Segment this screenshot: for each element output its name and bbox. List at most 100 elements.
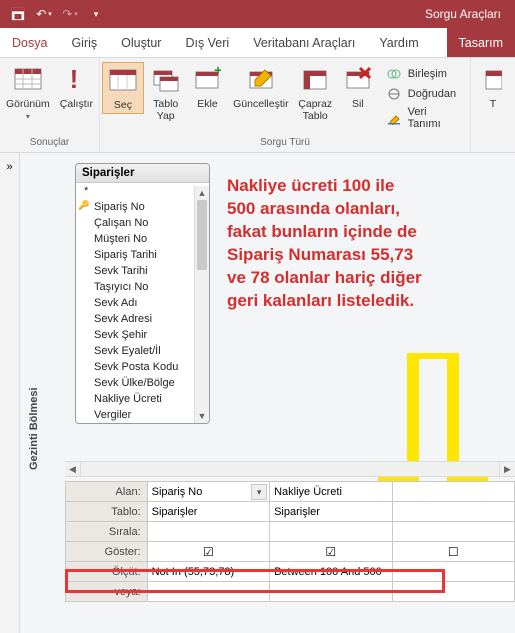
field-item[interactable]: Çalışan No [76, 215, 209, 231]
view-button-label: Görünüm [6, 98, 50, 110]
run-button-label: Çalıştır [60, 98, 93, 110]
or-cell[interactable] [392, 582, 514, 602]
query-design-grid[interactable]: Alan: Sipariş No Nakliye Ücreti Tablo: S… [65, 481, 515, 602]
table-cell[interactable]: Siparişler [147, 502, 269, 522]
field-item[interactable]: Sevk Adı [76, 295, 209, 311]
annotation-text: Nakliye ücreti 100 ile 500 arasında olan… [227, 175, 482, 313]
field-item[interactable]: Sevk Posta Kodu [76, 359, 209, 375]
tab-dbtools[interactable]: Veritabanı Araçları [241, 28, 367, 57]
or-cell[interactable] [147, 582, 269, 602]
select-query-label: Seç [114, 99, 132, 111]
grid-row-criteria: Ölçüt: Not In (55;73;78) Between 100 And… [66, 562, 515, 582]
scroll-left-icon[interactable]: ◀ [65, 462, 81, 476]
table-cell[interactable]: Siparişler [270, 502, 392, 522]
sort-cell[interactable] [270, 522, 392, 542]
or-cell[interactable] [270, 582, 392, 602]
field-cell[interactable] [392, 482, 514, 502]
upper-pane-hscroll[interactable]: ◀ ▶ [65, 461, 515, 477]
union-label: Birleşim [408, 68, 447, 80]
scroll-up-icon[interactable]: ▲ [195, 186, 209, 200]
select-query-button[interactable]: Seç [102, 62, 144, 114]
make-table-icon [150, 64, 182, 96]
sort-cell[interactable] [147, 522, 269, 542]
undo-icon[interactable]: ↶▾ [32, 2, 56, 26]
tab-external[interactable]: Dış Veri [173, 28, 241, 57]
expand-icon: » [6, 161, 12, 173]
field-cell[interactable]: Nakliye Ücreti [270, 482, 392, 502]
grid-row-show: Göster: [66, 542, 515, 562]
truncated-button[interactable]: T [473, 62, 513, 112]
field-item[interactable]: Sevk Adresi [76, 311, 209, 327]
field-item[interactable]: Sevk Ülke/Bölge [76, 375, 209, 391]
run-button[interactable]: ! Çalıştır [56, 62, 97, 112]
scroll-thumb[interactable] [197, 200, 207, 270]
field-cell[interactable]: Sipariş No [147, 482, 269, 502]
criteria-cell[interactable] [392, 562, 514, 582]
update-icon [245, 64, 277, 96]
make-table-button[interactable]: Tablo Yap [146, 62, 186, 124]
field-item[interactable]: Taşıyıcı No [76, 279, 209, 295]
show-checkbox[interactable] [147, 542, 269, 562]
make-table-label: Tablo Yap [153, 98, 178, 122]
union-button[interactable]: Birleşim [386, 66, 462, 82]
field-item[interactable]: Müşteri No [76, 231, 209, 247]
datasheet-view-icon [12, 64, 44, 96]
passthrough-icon [386, 86, 402, 102]
nav-pane-shutter[interactable]: » [0, 153, 20, 633]
passthrough-button[interactable]: Doğrudan [386, 86, 462, 102]
field-item[interactable]: Sipariş Tarihi [76, 247, 209, 263]
field-item[interactable]: Sevk Eyalet/İl [76, 343, 209, 359]
datadef-button[interactable]: Veri Tanımı [386, 106, 462, 130]
criteria-cell[interactable]: Between 100 And 500 [270, 562, 392, 582]
criteria-cell[interactable]: Not In (55;73;78) [147, 562, 269, 582]
crosstab-label: Çapraz Tablo [298, 98, 332, 122]
row-label-criteria: Ölçüt: [66, 562, 148, 582]
delete-query-icon [342, 64, 374, 96]
field-item[interactable]: Sipariş No [76, 199, 209, 215]
show-checkbox[interactable] [270, 542, 392, 562]
crosstab-button[interactable]: Çapraz Tablo [294, 62, 336, 124]
row-label-field: Alan: [66, 482, 148, 502]
delete-query-label: Sil [352, 98, 364, 110]
tab-home[interactable]: Giriş [59, 28, 109, 57]
tab-design[interactable]: Tasarım [447, 28, 515, 57]
grid-row-sort: Sırala: [66, 522, 515, 542]
append-button[interactable]: + Ekle [188, 62, 228, 112]
tab-create[interactable]: Oluştur [109, 28, 173, 57]
row-label-or: veya: [66, 582, 148, 602]
datadef-label: Veri Tanımı [408, 106, 462, 130]
grid-row-table: Tablo: Siparişler Siparişler [66, 502, 515, 522]
show-checkbox[interactable] [392, 542, 514, 562]
grid-row-field: Alan: Sipariş No Nakliye Ücreti [66, 482, 515, 502]
fieldlist-scrollbar[interactable]: ▲ ▼ [194, 186, 209, 423]
tab-file[interactable]: Dosya [0, 28, 59, 57]
select-query-icon [107, 65, 139, 97]
save-icon[interactable] [6, 2, 30, 26]
delete-query-button[interactable]: Sil [338, 62, 378, 112]
tab-help[interactable]: Yardım [367, 28, 430, 57]
qat-customize-icon[interactable]: ▾ [84, 2, 108, 26]
field-item[interactable]: * [76, 183, 209, 199]
sort-cell[interactable] [392, 522, 514, 542]
row-label-sort: Sırala: [66, 522, 148, 542]
run-icon: ! [60, 64, 92, 96]
svg-text:!: ! [70, 66, 79, 94]
scroll-right-icon[interactable]: ▶ [499, 462, 515, 476]
group-querytype-label: Sorgu Türü [260, 137, 310, 150]
union-icon [386, 66, 402, 82]
table-card-title: Siparişler [76, 164, 209, 183]
redo-icon[interactable]: ↷▾ [58, 2, 82, 26]
datadef-icon [386, 110, 402, 126]
view-button[interactable]: Görünüm ▾ [2, 62, 54, 123]
table-cell[interactable] [392, 502, 514, 522]
field-item[interactable]: Sevk Tarihi [76, 263, 209, 279]
field-item[interactable]: Sevk Şehir [76, 327, 209, 343]
scroll-down-icon[interactable]: ▼ [195, 409, 209, 423]
table-source-card[interactable]: Siparişler * Sipariş No Çalışan No Müşte… [75, 163, 210, 424]
field-item[interactable]: Nakliye Ücreti [76, 391, 209, 407]
field-item[interactable]: Vergiler [76, 407, 209, 423]
update-button[interactable]: Güncelleştir [229, 62, 292, 112]
passthrough-label: Doğrudan [408, 88, 456, 100]
group-results-label: Sonuçlar [30, 137, 69, 150]
svg-text:+: + [214, 66, 221, 78]
